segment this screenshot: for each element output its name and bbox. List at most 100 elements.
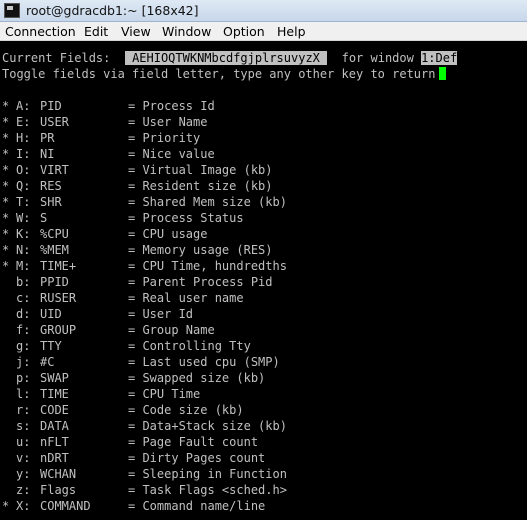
title-bar: root@gdracdb1:~ [168x42] <box>0 0 527 22</box>
field-name: NI <box>40 147 55 161</box>
field-name: TTY <box>40 339 62 353</box>
terminal-area[interactable]: Current Fields: AEHIOQTWKNMbcdfgjplrsuvy… <box>0 41 527 520</box>
field-row[interactable]: f: GROUP = Group Name <box>2 322 522 338</box>
menu-bar: Connection Edit View Window Option Help <box>0 22 527 41</box>
field-description: = CPU usage <box>128 227 208 241</box>
field-description: = Page Fault count <box>128 435 259 449</box>
field-selected-mark: * <box>2 99 10 113</box>
field-key: E: <box>16 115 31 129</box>
field-row[interactable]: * Q: RES = Resident size (kb) <box>2 178 522 194</box>
field-row[interactable]: * M: TIME+ = CPU Time, hundredths <box>2 258 522 274</box>
field-description: = Virtual Image (kb) <box>128 163 273 177</box>
field-row[interactable]: * T: SHR = Shared Mem size (kb) <box>2 194 522 210</box>
field-description: = Command name/line <box>128 499 266 513</box>
field-row[interactable]: * E: USER = User Name <box>2 114 522 130</box>
field-key: s: <box>16 419 31 433</box>
field-name: WCHAN <box>40 467 77 481</box>
field-row[interactable]: * H: PR = Priority <box>2 130 522 146</box>
field-key: M: <box>16 259 31 273</box>
menu-option[interactable]: Option <box>223 24 265 39</box>
field-description: = Memory usage (RES) <box>128 243 273 257</box>
field-selected-mark: * <box>2 131 10 145</box>
field-description: = Code size (kb) <box>128 403 244 417</box>
field-row[interactable]: d: UID = User Id <box>2 306 522 322</box>
field-description: = Dirty Pages count <box>128 451 266 465</box>
field-row[interactable]: s: DATA = Data+Stack size (kb) <box>2 418 522 434</box>
window-title: root@gdracdb1:~ [168x42] <box>26 3 199 18</box>
field-row[interactable]: b: PPID = Parent Process Pid <box>2 274 522 290</box>
field-description: = Group Name <box>128 323 215 337</box>
menu-edit[interactable]: Edit <box>84 24 108 39</box>
field-key: I: <box>16 147 31 161</box>
field-name: %CPU <box>40 227 69 241</box>
field-key: N: <box>16 243 31 257</box>
field-row[interactable]: g: TTY = Controlling Tty <box>2 338 522 354</box>
field-row[interactable]: l: TIME = CPU Time <box>2 386 522 402</box>
field-name: GROUP <box>40 323 77 337</box>
field-selected-mark: * <box>2 163 10 177</box>
field-row[interactable]: c: RUSER = Real user name <box>2 290 522 306</box>
field-description: = Data+Stack size (kb) <box>128 419 287 433</box>
menu-window[interactable]: Window <box>162 24 211 39</box>
field-selected-mark: * <box>2 195 10 209</box>
field-name: CODE <box>40 403 69 417</box>
field-row[interactable]: * W: S = Process Status <box>2 210 522 226</box>
field-key: v: <box>16 451 31 465</box>
field-name: %MEM <box>40 243 69 257</box>
menu-help[interactable]: Help <box>277 24 306 39</box>
window-name-value: 1:Def <box>421 51 458 65</box>
field-name: S <box>40 211 48 225</box>
field-row[interactable]: u: nFLT = Page Fault count <box>2 434 522 450</box>
field-description: = CPU Time, hundredths <box>128 259 287 273</box>
field-name: SWAP <box>40 371 69 385</box>
field-key: l: <box>16 387 31 401</box>
field-name: USER <box>40 115 69 129</box>
field-key: g: <box>16 339 31 353</box>
field-name: TIME+ <box>40 259 77 273</box>
field-name: UID <box>40 307 62 321</box>
field-key: j: <box>16 355 31 369</box>
field-row[interactable]: p: SWAP = Swapped size (kb) <box>2 370 522 386</box>
field-key: c: <box>16 291 31 305</box>
field-name: Flags <box>40 483 77 497</box>
field-name: TIME <box>40 387 69 401</box>
toggle-instructions: Toggle fields via field letter, type any… <box>2 67 436 81</box>
terminal-cursor <box>439 67 447 80</box>
field-key: O: <box>16 163 31 177</box>
field-name: COMMAND <box>40 499 91 513</box>
field-row[interactable]: z: Flags = Task Flags <sched.h> <box>2 482 522 498</box>
field-row[interactable]: * I: NI = Nice value <box>2 146 522 162</box>
field-row[interactable]: * N: %MEM = Memory usage (RES) <box>2 242 522 258</box>
terminal-app-icon[interactable] <box>4 3 20 18</box>
field-name: PR <box>40 131 55 145</box>
field-row[interactable]: r: CODE = Code size (kb) <box>2 402 522 418</box>
field-description: = Task Flags <sched.h> <box>128 483 287 497</box>
field-row[interactable]: * K: %CPU = CPU usage <box>2 226 522 242</box>
field-key: r: <box>16 403 31 417</box>
field-row[interactable]: v: nDRT = Dirty Pages count <box>2 450 522 466</box>
field-key: T: <box>16 195 31 209</box>
field-name: #C <box>40 355 55 369</box>
field-description: = Process Status <box>128 211 244 225</box>
field-row[interactable]: * X: COMMAND = Command name/line <box>2 498 522 514</box>
field-name: nFLT <box>40 435 69 449</box>
field-name: nDRT <box>40 451 69 465</box>
field-description: = Sleeping in Function <box>128 467 287 481</box>
field-key: p: <box>16 371 31 385</box>
field-row[interactable]: j: #C = Last used cpu (SMP) <box>2 354 522 370</box>
field-description: = Controlling Tty <box>128 339 251 353</box>
field-key: u: <box>16 435 31 449</box>
field-description: = Priority <box>128 131 201 145</box>
field-selected-mark: * <box>2 147 10 161</box>
field-description: = Real user name <box>128 291 244 305</box>
field-row[interactable]: y: WCHAN = Sleeping in Function <box>2 466 522 482</box>
menu-connection[interactable]: Connection <box>5 24 76 39</box>
menu-view[interactable]: View <box>121 24 151 39</box>
field-key: K: <box>16 227 31 241</box>
field-row[interactable]: * O: VIRT = Virtual Image (kb) <box>2 162 522 178</box>
field-description: = Parent Process Pid <box>128 275 273 289</box>
current-fields-line: Current Fields: AEHIOQTWKNMbcdfgjplrsuvy… <box>2 50 458 66</box>
field-row[interactable]: * A: PID = Process Id <box>2 98 522 114</box>
field-key: W: <box>16 211 31 225</box>
field-selected-mark: * <box>2 211 10 225</box>
